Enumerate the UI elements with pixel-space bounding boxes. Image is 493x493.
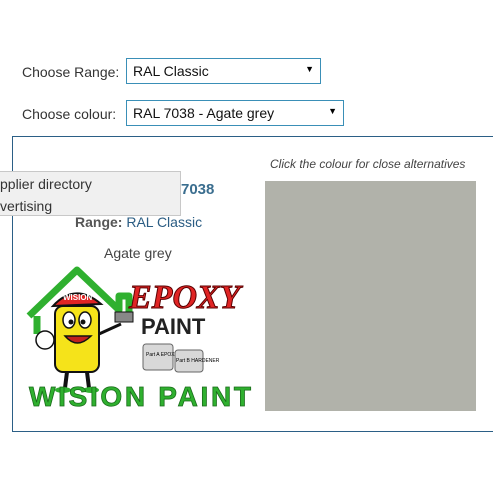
logo-can-a-text: Part A EPOXY [146, 352, 179, 358]
logo-can-b-text: Part B HARDENER [176, 358, 220, 364]
logo-paint-text: PAINT [141, 314, 206, 339]
popup-item-supplier-directory[interactable]: pplier directory [0, 176, 92, 192]
colour-swatch[interactable] [265, 181, 476, 411]
logo-brand-text: WISION PAINT [29, 381, 251, 412]
wision-epoxy-paint-logo: WISION EPOXY PAINT Part A EPOXY Part B H… [26, 266, 251, 412]
logo-cap-text: WISION [63, 293, 93, 302]
close-alternatives-hint: Click the colour for close alternatives [270, 157, 466, 171]
popup-item-advertising[interactable]: vertising [0, 198, 52, 214]
colour-select-value: RAL 7038 - Agate grey [133, 105, 275, 121]
chevron-down-icon: ▼ [305, 64, 314, 74]
chevron-down-icon: ▼ [328, 106, 337, 116]
colour-label: Choose colour: [22, 106, 117, 122]
context-popup-menu: pplier directory vertising [0, 171, 181, 216]
colour-code: 7038 [181, 181, 215, 198]
colour-name: Agate grey [104, 245, 172, 261]
logo-epoxy-text: EPOXY [128, 279, 244, 316]
colour-select[interactable]: RAL 7038 - Agate grey ▼ [126, 100, 344, 126]
range-info: Range: RAL Classic [75, 214, 202, 230]
range-label: Choose Range: [22, 64, 120, 80]
range-prefix: Range: [75, 214, 123, 230]
range-select[interactable]: RAL Classic ▼ [126, 58, 321, 84]
range-link[interactable]: RAL Classic [126, 214, 202, 230]
range-select-value: RAL Classic [133, 63, 209, 79]
